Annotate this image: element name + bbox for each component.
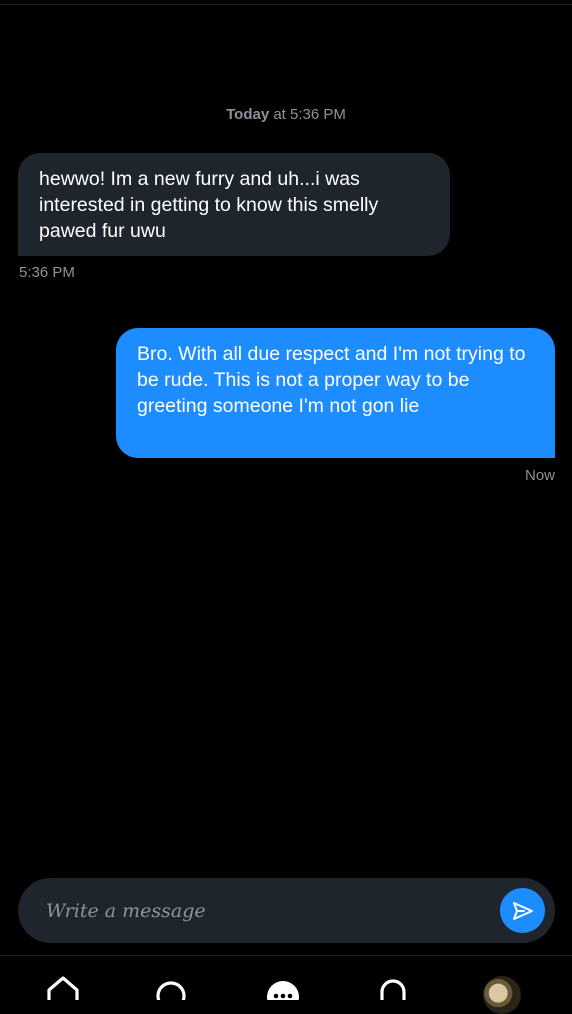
outgoing-message-timestamp: Now bbox=[524, 467, 555, 484]
send-icon bbox=[511, 899, 535, 923]
incoming-message-bubble[interactable]: hewwo! Im a new furry and uh...i was int… bbox=[18, 153, 450, 256]
notifications-icon bbox=[375, 972, 411, 1000]
send-button[interactable] bbox=[500, 888, 545, 933]
incoming-message-text: hewwo! Im a new furry and uh...i was int… bbox=[39, 168, 379, 242]
bottom-nav-divider bbox=[0, 955, 572, 956]
messages-icon bbox=[265, 972, 301, 1000]
nav-messages[interactable] bbox=[263, 972, 303, 1000]
home-icon bbox=[45, 972, 81, 1000]
date-header-day: Today bbox=[226, 106, 270, 123]
message-input[interactable] bbox=[46, 878, 466, 943]
outgoing-message-bubble[interactable]: Bro. With all due respect and I'm not tr… bbox=[116, 328, 555, 458]
incoming-message-timestamp: 5:36 PM bbox=[19, 264, 75, 281]
nav-home[interactable] bbox=[43, 972, 83, 1000]
profile-avatar[interactable] bbox=[483, 976, 521, 1014]
nav-notifications[interactable] bbox=[373, 972, 413, 1000]
message-composer bbox=[18, 878, 555, 943]
date-header-time: at 5:36 PM bbox=[273, 106, 346, 123]
search-icon bbox=[153, 972, 189, 1000]
outgoing-message-text: Bro. With all due respect and I'm not tr… bbox=[137, 343, 526, 417]
nav-search[interactable] bbox=[151, 972, 191, 1000]
top-divider bbox=[0, 4, 572, 5]
date-header: Today at 5:36 PM bbox=[0, 106, 572, 123]
